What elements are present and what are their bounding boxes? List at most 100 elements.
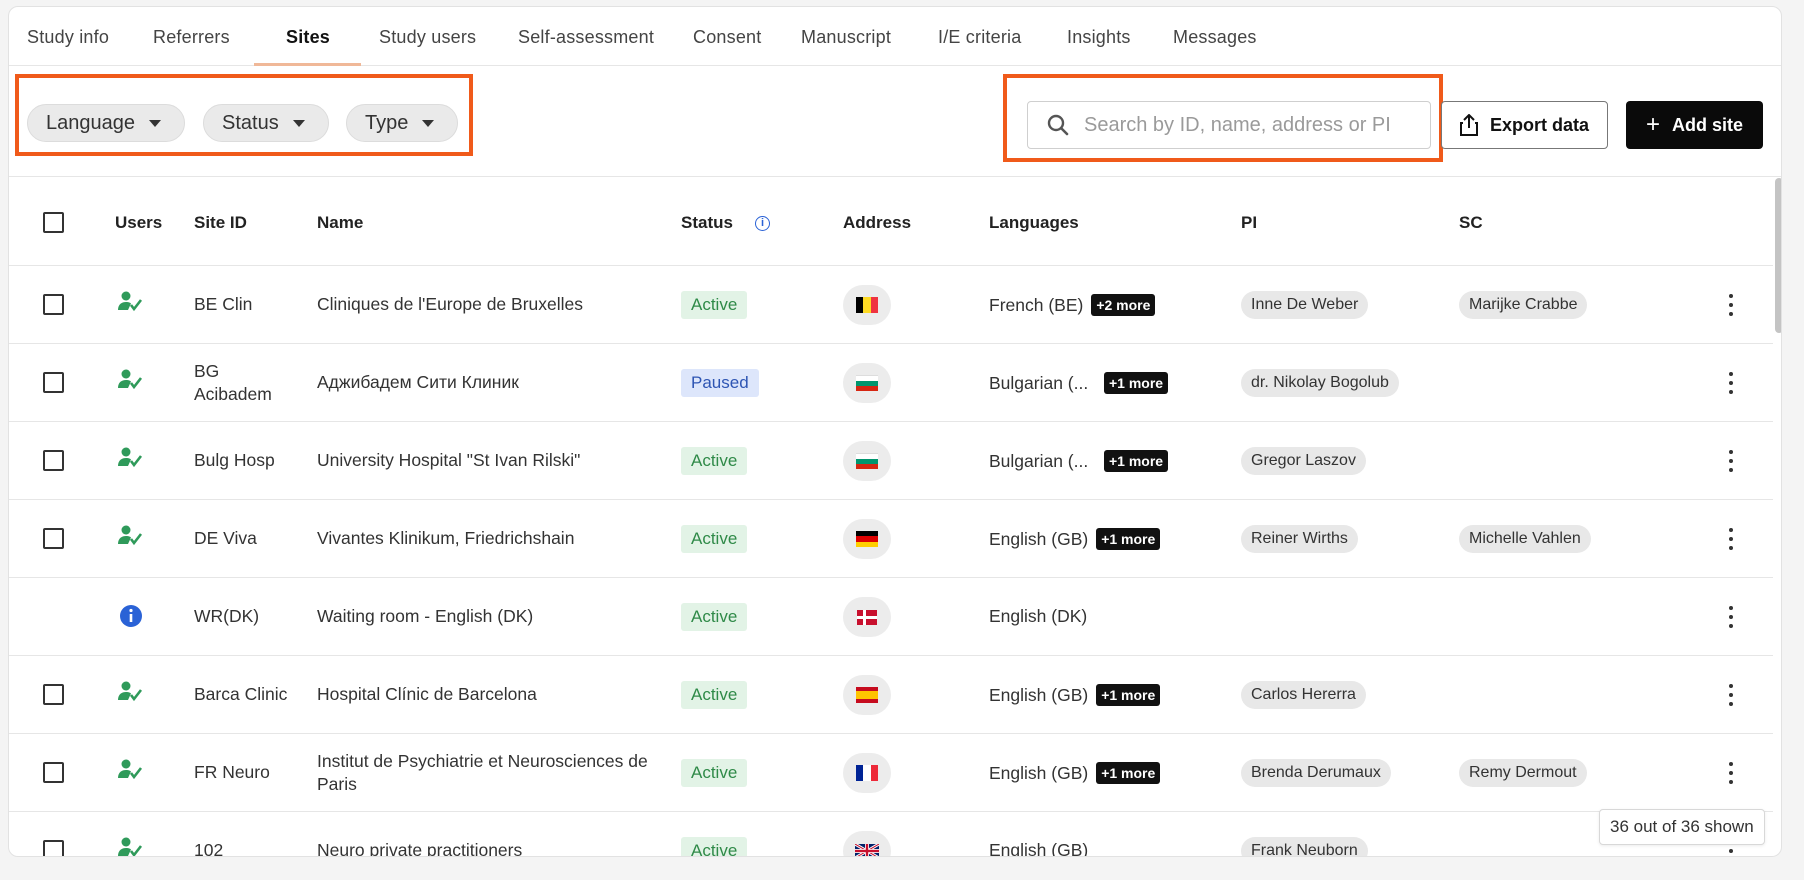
add-site-button[interactable]: + Add site xyxy=(1626,101,1763,149)
tab-self-assessment[interactable]: Self-assessment xyxy=(518,27,654,48)
more-languages-badge[interactable]: +1 more xyxy=(1104,372,1169,394)
status-badge: Active xyxy=(681,759,748,787)
tab-insights[interactable]: Insights xyxy=(1067,27,1131,48)
site-name[interactable]: University Hospital "St Ivan Rilski" xyxy=(317,450,580,471)
germany-flag-icon xyxy=(856,531,878,547)
user-check-icon xyxy=(118,447,143,468)
tab-study-users[interactable]: Study users xyxy=(379,27,476,48)
site-name[interactable]: Institut de Psychiatrie et Neurosciences… xyxy=(317,750,667,796)
table-row[interactable]: Bulg Hosp University Hospital "St Ivan R… xyxy=(9,422,1773,500)
column-status[interactable]: Status i xyxy=(681,213,770,233)
row-menu-icon[interactable] xyxy=(1728,294,1734,316)
table-row[interactable]: DE Viva Vivantes Klinikum, Friedrichshai… xyxy=(9,500,1773,578)
tab-sites[interactable]: Sites xyxy=(286,27,330,48)
address-chip[interactable] xyxy=(843,675,891,715)
row-menu-icon[interactable] xyxy=(1728,450,1734,472)
share-export-icon xyxy=(1459,114,1478,136)
user-check-icon xyxy=(118,369,143,390)
row-checkbox[interactable] xyxy=(43,528,64,549)
row-menu-icon[interactable] xyxy=(1728,762,1734,784)
pi-chip: Frank Neuborn xyxy=(1241,837,1368,856)
language-cell: English (GB) +1 more xyxy=(989,762,1161,784)
status-badge: Active xyxy=(681,525,748,553)
language-filter-label: Language xyxy=(46,111,135,134)
more-languages-badge[interactable]: +1 more xyxy=(1096,684,1161,706)
table-scrollbar[interactable] xyxy=(1775,178,1781,333)
site-id: BE Clin xyxy=(194,294,253,314)
tab-ie-criteria[interactable]: I/E criteria xyxy=(938,27,1021,48)
row-checkbox[interactable] xyxy=(43,684,64,705)
address-chip[interactable] xyxy=(843,519,891,559)
table-row[interactable]: 102 Neuro private practitioners Active E… xyxy=(9,812,1773,857)
site-name[interactable]: Waiting room - English (DK) xyxy=(317,606,533,627)
site-name[interactable]: Cliniques de l'Europe de Bruxelles xyxy=(317,294,583,315)
address-chip[interactable] xyxy=(843,441,891,481)
row-checkbox[interactable] xyxy=(43,762,64,783)
status-filter[interactable]: Status xyxy=(203,104,329,142)
language-text: Bulgarian (... xyxy=(989,373,1089,393)
bulgaria-flag-icon xyxy=(856,453,878,469)
select-all-checkbox[interactable] xyxy=(43,212,64,233)
tab-study-info[interactable]: Study info xyxy=(27,27,109,48)
row-menu-icon[interactable] xyxy=(1728,372,1734,394)
row-checkbox[interactable] xyxy=(43,840,64,856)
table-row[interactable]: Barca Clinic Hospital Clínic de Barcelon… xyxy=(9,656,1773,734)
language-cell: English (DK) xyxy=(989,606,1087,627)
address-chip[interactable] xyxy=(843,597,891,637)
export-data-button[interactable]: Export data xyxy=(1441,101,1608,149)
tab-referrers[interactable]: Referrers xyxy=(153,27,230,48)
info-icon[interactable]: i xyxy=(754,216,770,232)
column-users: Users xyxy=(115,213,163,232)
active-tab-indicator xyxy=(254,63,361,66)
row-menu-icon[interactable] xyxy=(1728,528,1734,550)
user-check-icon xyxy=(118,525,143,546)
site-name[interactable]: Vivantes Klinikum, Friedrichshain xyxy=(317,528,574,549)
row-count-indicator: 36 out of 36 shown xyxy=(1599,809,1765,845)
tab-messages[interactable]: Messages xyxy=(1173,27,1257,48)
row-menu-icon[interactable] xyxy=(1728,684,1734,706)
address-chip[interactable] xyxy=(843,285,891,325)
site-name[interactable]: Аджибадем Сити Клиник xyxy=(317,372,519,393)
column-site-id[interactable]: Site ID xyxy=(194,213,247,233)
status-badge: Active xyxy=(681,681,748,709)
column-languages: Languages xyxy=(989,213,1079,232)
status-badge: Active xyxy=(681,603,748,631)
column-name[interactable]: Name xyxy=(317,213,363,233)
more-languages-badge[interactable]: +1 more xyxy=(1096,528,1161,550)
more-languages-badge[interactable]: +1 more xyxy=(1096,762,1161,784)
site-name[interactable]: Neuro private practitioners xyxy=(317,840,522,856)
caret-down-icon xyxy=(148,119,161,127)
site-id: FR Neuro xyxy=(194,762,270,782)
site-id: Barca Clinic xyxy=(194,684,288,704)
row-checkbox[interactable] xyxy=(43,294,64,315)
tab-manuscript[interactable]: Manuscript xyxy=(801,27,891,48)
info-icon[interactable] xyxy=(119,604,143,628)
language-cell: English (GB) xyxy=(989,840,1088,856)
table-row[interactable]: BG Acibadem Аджибадем Сити Клиник Paused… xyxy=(9,344,1773,422)
table-row[interactable]: BE Clin Cliniques de l'Europe de Bruxell… xyxy=(9,266,1773,344)
site-name[interactable]: Hospital Clínic de Barcelona xyxy=(317,684,537,705)
more-languages-badge[interactable]: +1 more xyxy=(1104,450,1169,472)
language-cell: Bulgarian (... +1 more xyxy=(989,372,1169,394)
spain-flag-icon xyxy=(856,687,878,703)
site-id: Bulg Hosp xyxy=(194,450,275,470)
search-box xyxy=(1027,101,1431,149)
sites-table: Users Site ID Name Status i Address Langu… xyxy=(9,178,1773,857)
row-menu-icon[interactable] xyxy=(1728,606,1734,628)
site-id: 102 xyxy=(194,840,224,857)
row-checkbox[interactable] xyxy=(43,450,64,471)
more-languages-badge[interactable]: +2 more xyxy=(1091,294,1156,316)
address-chip[interactable] xyxy=(843,363,891,403)
user-check-icon xyxy=(118,291,143,312)
row-checkbox[interactable] xyxy=(43,372,64,393)
table-row[interactable]: FR Neuro Institut de Psychiatrie et Neur… xyxy=(9,734,1773,812)
address-chip[interactable] xyxy=(843,831,891,856)
table-row[interactable]: WR(DK) Waiting room - English (DK) Activ… xyxy=(9,578,1773,656)
address-chip[interactable] xyxy=(843,753,891,793)
sc-chip: Remy Dermout xyxy=(1459,759,1587,787)
search-input[interactable] xyxy=(1084,113,1404,137)
tab-consent[interactable]: Consent xyxy=(693,27,761,48)
language-filter[interactable]: Language xyxy=(27,104,185,142)
belgium-flag-icon xyxy=(856,297,878,313)
type-filter[interactable]: Type xyxy=(346,104,458,142)
